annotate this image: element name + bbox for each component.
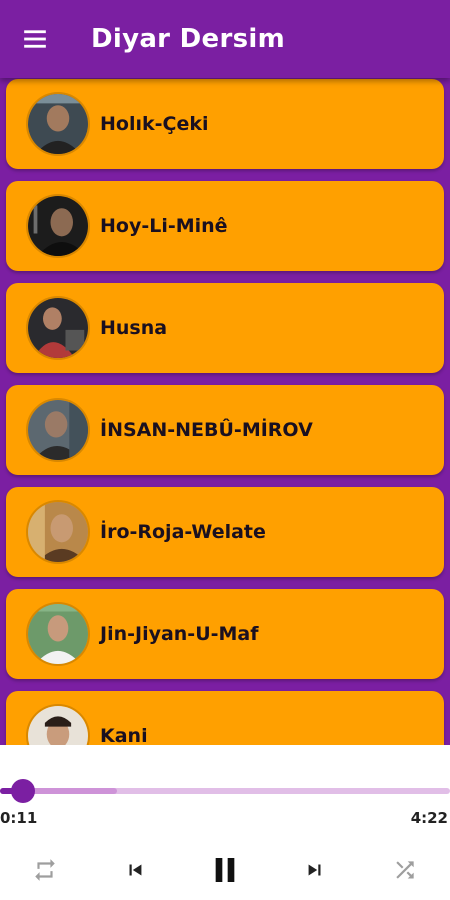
seek-thumb[interactable] <box>10 779 35 803</box>
song-title: İNSAN-NEBÛ-MİROV <box>100 419 313 441</box>
song-item[interactable]: Hoy-Li-Minê <box>6 181 444 271</box>
song-title: Hoy-Li-Minê <box>100 215 228 237</box>
song-avatar <box>26 296 90 360</box>
pause-icon <box>215 858 235 882</box>
repeat-icon <box>35 859 55 881</box>
app-title: Diyar Dersim <box>91 24 285 54</box>
menu-button[interactable] <box>0 0 70 78</box>
song-item[interactable]: Husna <box>6 283 444 373</box>
shuffle-button[interactable] <box>385 850 425 890</box>
song-item[interactable]: İNSAN-NEBÛ-MİROV <box>6 385 444 475</box>
song-item[interactable]: Jin-Jiyan-U-Maf <box>6 589 444 679</box>
song-title: Jin-Jiyan-U-Maf <box>100 623 259 645</box>
song-item[interactable]: Holık-Çeki <box>6 79 444 169</box>
player-controls <box>0 850 450 890</box>
repeat-button[interactable] <box>25 850 65 890</box>
pause-button[interactable] <box>205 850 245 890</box>
song-title: İro-Roja-Welate <box>100 521 266 543</box>
song-title: Holık-Çeki <box>100 113 209 135</box>
song-item[interactable]: İro-Roja-Welate <box>6 487 444 577</box>
song-list[interactable]: Holık-Çeki Hoy-Li-Minê Husna İNSAN-NEBÛ-… <box>0 78 450 745</box>
previous-button[interactable] <box>115 850 155 890</box>
song-avatar <box>26 398 90 462</box>
song-avatar <box>26 500 90 564</box>
song-title: Kani <box>100 725 148 745</box>
song-avatar <box>26 92 90 156</box>
song-item[interactable]: Kani <box>6 691 444 745</box>
skip-next-icon <box>308 864 321 876</box>
song-avatar <box>26 194 90 258</box>
song-avatar <box>26 704 90 745</box>
next-button[interactable] <box>295 850 335 890</box>
seek-bar[interactable] <box>0 788 450 794</box>
player-panel: 0:11 4:22 <box>0 745 450 900</box>
app-bar: Diyar Dersim <box>0 0 450 78</box>
song-title: Husna <box>100 317 168 339</box>
current-time: 0:11 <box>0 809 38 827</box>
skip-previous-icon <box>129 864 142 876</box>
hamburger-menu-icon <box>24 30 46 48</box>
shuffle-icon <box>396 861 414 879</box>
duration-time: 4:22 <box>410 809 448 827</box>
song-avatar <box>26 602 90 666</box>
